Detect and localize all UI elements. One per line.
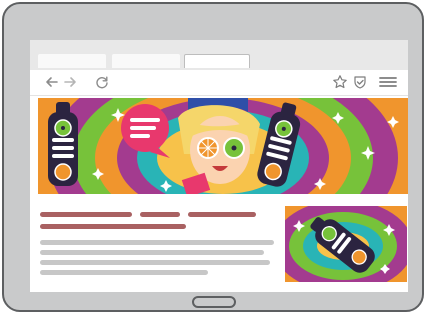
- article-title-line-2: [40, 224, 186, 229]
- browser-toolbar: [30, 70, 408, 96]
- browser-tab-2[interactable]: [112, 54, 180, 68]
- reload-icon[interactable]: [94, 74, 110, 90]
- article-body-line-2: [40, 250, 264, 255]
- arrow-right-icon[interactable]: [62, 74, 78, 90]
- article-thumbnail-image[interactable]: [285, 206, 407, 282]
- article-body-line-4: [40, 270, 208, 275]
- juice-bottle-left: [48, 102, 78, 186]
- article-title-line-1c: [188, 212, 256, 217]
- article-title-line-1a: [40, 212, 132, 217]
- hamburger-menu-icon[interactable]: [378, 74, 398, 90]
- home-button[interactable]: [192, 296, 236, 308]
- article-body-line-1: [40, 240, 274, 245]
- article-title-line-1b: [140, 212, 180, 217]
- hero-banner-image[interactable]: [38, 98, 408, 194]
- browser-tab-1[interactable]: [38, 54, 106, 68]
- browser-tab-active[interactable]: [184, 54, 250, 68]
- star-icon[interactable]: [332, 74, 348, 90]
- tab-bar: [30, 40, 408, 70]
- article-body-line-3: [40, 260, 270, 265]
- browser-window: [30, 40, 408, 292]
- arrow-left-icon[interactable]: [44, 74, 60, 90]
- shield-check-icon[interactable]: [352, 74, 368, 90]
